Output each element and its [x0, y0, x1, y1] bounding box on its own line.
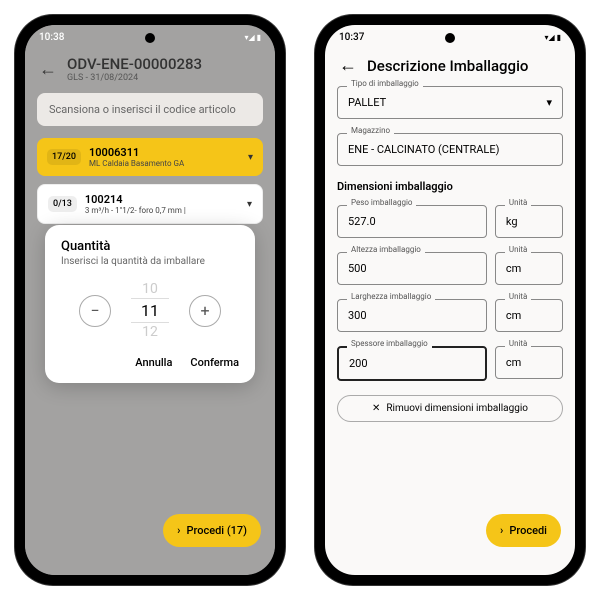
item-code: 100214 — [85, 193, 239, 206]
type-value: PALLET — [348, 96, 386, 109]
weight-unit[interactable]: kg — [495, 205, 563, 238]
width-label: Larghezza imballaggio — [347, 292, 435, 301]
width-input[interactable]: 300 — [337, 299, 487, 332]
type-label: Tipo di imballaggio — [347, 79, 423, 88]
unit-label: Unità — [505, 245, 532, 254]
phone-left: 10:38 ▾◢ ▮ ← ODV-ENE-00000283 GLS - 31/0… — [15, 15, 285, 585]
increment-button[interactable]: + — [189, 295, 221, 327]
depth-input[interactable]: 200 — [337, 346, 487, 381]
back-icon[interactable]: ← — [39, 59, 57, 80]
warehouse-field[interactable]: ENE - CALCINATO (CENTRALE) — [337, 133, 563, 166]
close-icon: ✕ — [372, 403, 380, 414]
camera-notch — [145, 33, 155, 43]
item-badge: 0/13 — [48, 196, 77, 212]
status-icons: ▾◢ ▮ — [244, 33, 261, 42]
chevron-down-icon[interactable]: ▾ — [248, 152, 253, 163]
dialog-subtitle: Inserisci la quantità da imballare — [61, 256, 239, 267]
qty-next: 12 — [131, 324, 169, 340]
unit-value: cm — [506, 309, 521, 322]
unit-label: Unità — [505, 198, 532, 207]
unit-value: cm — [506, 262, 521, 275]
remove-label: Rimuovi dimensioni imballaggio — [386, 403, 528, 414]
status-icons: ▾◢ ▮ — [544, 33, 561, 42]
page-subtitle: GLS - 31/08/2024 — [67, 73, 202, 83]
phone-right: 10:37 ▾◢ ▮ ← Descrizione Imballaggio Tip… — [315, 15, 585, 585]
height-value: 500 — [348, 262, 367, 275]
depth-value: 200 — [349, 357, 368, 370]
warehouse-value: ENE - CALCINATO (CENTRALE) — [348, 143, 499, 156]
quantity-picker[interactable]: 10 11 12 — [131, 281, 169, 340]
page-title: ODV-ENE-00000283 — [67, 55, 202, 73]
app-header: ← ODV-ENE-00000283 GLS - 31/08/2024 — [25, 49, 275, 85]
cancel-button[interactable]: Annulla — [135, 356, 172, 369]
qty-value: 11 — [131, 298, 169, 323]
fab-label: Procedi — [509, 524, 547, 537]
remove-dimensions-button[interactable]: ✕ Rimuovi dimensioni imballaggio — [337, 395, 563, 422]
status-time: 10:38 — [39, 32, 64, 43]
chevron-down-icon[interactable]: ▾ — [247, 199, 252, 210]
proceed-button[interactable]: › Procedi — [486, 514, 561, 547]
warehouse-label: Magazzino — [347, 126, 394, 135]
camera-notch — [445, 33, 455, 43]
dialog-title: Quantità — [61, 239, 239, 254]
item-code: 10006311 — [89, 146, 240, 159]
chevron-right-icon: › — [500, 524, 503, 537]
proceed-button[interactable]: › Procedi (17) — [163, 514, 261, 547]
app-header: ← Descrizione Imballaggio — [325, 49, 575, 78]
unit-label: Unità — [505, 339, 532, 348]
depth-label: Spessore imballaggio — [347, 339, 432, 348]
width-unit[interactable]: cm — [495, 299, 563, 332]
scan-input[interactable]: Scansiona o inserisci il codice articolo — [37, 93, 263, 126]
item-badge: 17/20 — [47, 149, 81, 165]
chevron-right-icon: › — [177, 524, 180, 537]
dropdown-icon: ▾ — [546, 96, 552, 109]
item-card[interactable]: 0/13 100214 3 m³/h - 1"1/2- foro 0,7 mm … — [37, 184, 263, 224]
qty-prev: 10 — [131, 281, 169, 297]
back-icon[interactable]: ← — [339, 55, 357, 76]
height-input[interactable]: 500 — [337, 252, 487, 285]
weight-input[interactable]: 527.0 — [337, 205, 487, 238]
unit-value: kg — [506, 215, 518, 228]
width-value: 300 — [348, 309, 367, 322]
decrement-button[interactable]: − — [79, 295, 111, 327]
height-label: Altezza imballaggio — [347, 245, 425, 254]
unit-label: Unità — [505, 292, 532, 301]
weight-label: Peso imballaggio — [347, 198, 416, 207]
height-unit[interactable]: cm — [495, 252, 563, 285]
status-time: 10:37 — [339, 32, 364, 43]
fab-label: Procedi (17) — [186, 524, 247, 537]
unit-value: cm — [506, 356, 521, 369]
quantity-dialog: Quantità Inserisci la quantità da imball… — [45, 225, 255, 383]
page-title: Descrizione Imballaggio — [367, 57, 528, 75]
dimensions-title: Dimensioni imballaggio — [337, 180, 563, 193]
weight-value: 527.0 — [348, 215, 376, 228]
depth-unit[interactable]: cm — [495, 346, 563, 379]
item-desc: ML Caldaia Basamento GA — [89, 159, 240, 168]
item-desc: 3 m³/h - 1"1/2- foro 0,7 mm | — [85, 206, 239, 215]
modal-overlay: 10:38 ▾◢ ▮ ← ODV-ENE-00000283 GLS - 31/0… — [25, 25, 275, 575]
item-card-selected[interactable]: 17/20 10006311 ML Caldaia Basamento GA ▾ — [37, 138, 263, 176]
screen-left: 10:38 ▾◢ ▮ ← ODV-ENE-00000283 GLS - 31/0… — [25, 25, 275, 575]
packaging-type-select[interactable]: PALLET ▾ — [337, 86, 563, 119]
screen-right: 10:37 ▾◢ ▮ ← Descrizione Imballaggio Tip… — [325, 25, 575, 575]
confirm-button[interactable]: Conferma — [190, 356, 239, 369]
